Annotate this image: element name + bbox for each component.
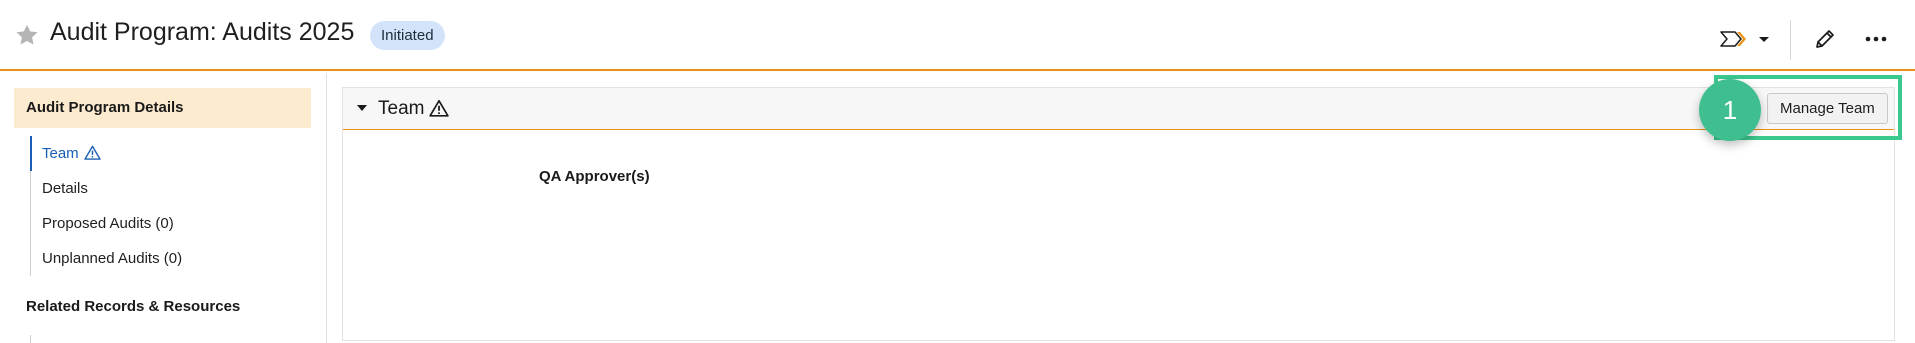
header-divider <box>1790 20 1791 60</box>
section-title: Team <box>378 98 425 119</box>
section-header: Team Manage Team <box>343 88 1894 130</box>
pencil-icon <box>1816 30 1834 48</box>
more-actions-button[interactable] <box>1858 24 1894 54</box>
related-nav-line <box>30 335 31 343</box>
warning-icon <box>83 138 101 173</box>
record-header: Audit Program: Audits 2025 Initiated <box>0 0 1915 71</box>
lifecycle-chevron-icon <box>1720 31 1746 47</box>
sidebar-item-label: Unplanned Audits (0) <box>42 250 183 267</box>
sidebar-heading[interactable]: Audit Program Details <box>14 88 311 128</box>
star-icon[interactable] <box>14 22 40 48</box>
sidebar-nav: Team Details Proposed Audits (0) Unplann… <box>30 136 310 276</box>
sidebar-item-label: Details <box>42 180 88 197</box>
page-title: Audit Program: Audits 2025 <box>50 18 355 46</box>
qa-approvers-label: QA Approver(s) <box>539 168 650 185</box>
collapse-caret-icon[interactable] <box>357 105 367 111</box>
ellipsis-icon <box>1865 36 1887 42</box>
warning-icon <box>429 99 449 122</box>
callout-number-badge: 1 <box>1699 79 1761 141</box>
sidebar: Audit Program Details Team Details Propo… <box>0 73 327 343</box>
status-badge: Initiated <box>370 21 445 50</box>
sidebar-item-team[interactable]: Team <box>30 136 310 171</box>
edit-button[interactable] <box>1807 24 1843 54</box>
sidebar-item-label: Team <box>42 145 79 162</box>
sidebar-item-unplanned-audits[interactable]: Unplanned Audits (0) <box>31 241 310 276</box>
team-section: Team Manage Team QA Approver(s) <box>342 87 1895 341</box>
sidebar-item-details[interactable]: Details <box>31 171 310 206</box>
sidebar-item-proposed-audits[interactable]: Proposed Audits (0) <box>31 206 310 241</box>
lifecycle-menu-button[interactable] <box>1718 24 1772 54</box>
sidebar-item-label: Proposed Audits (0) <box>42 215 174 232</box>
related-records-heading[interactable]: Related Records & Resources <box>26 298 240 315</box>
caret-down-icon <box>1759 37 1769 42</box>
